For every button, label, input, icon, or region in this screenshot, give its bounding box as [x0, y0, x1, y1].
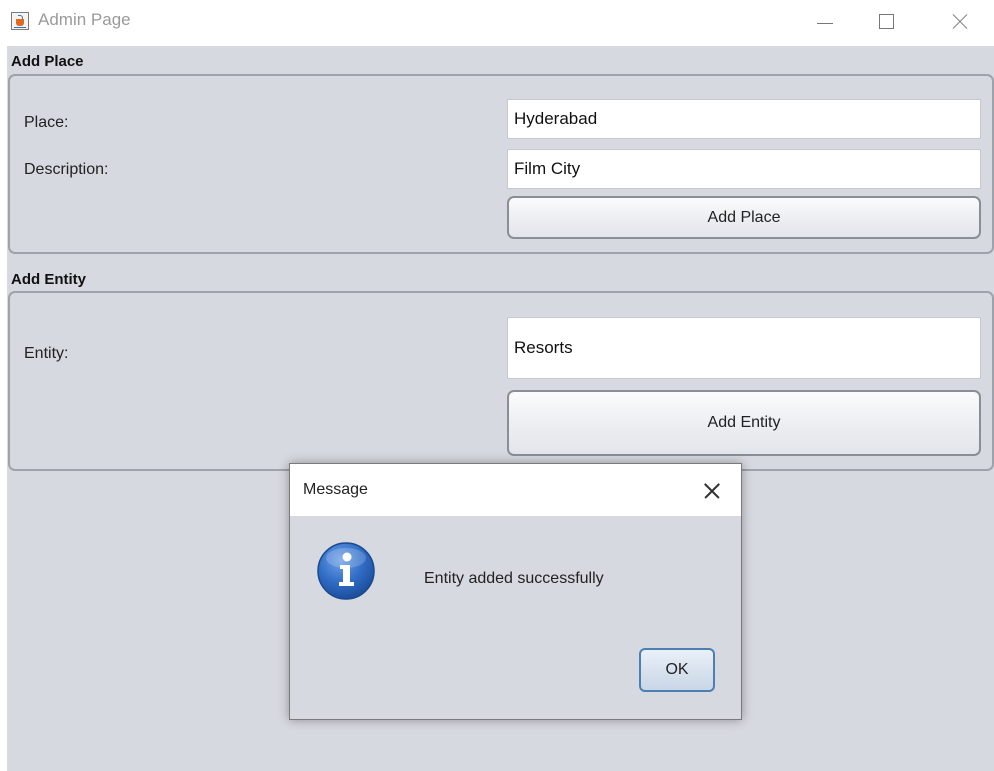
info-icon: [316, 541, 376, 601]
description-label: Description:: [24, 161, 109, 178]
close-window-button[interactable]: [944, 8, 984, 36]
add-place-section-title: Add Place: [11, 53, 84, 70]
description-input[interactable]: Film City: [507, 149, 981, 189]
window-titlebar: Admin Page: [0, 0, 994, 46]
ok-button[interactable]: OK: [639, 648, 715, 692]
dialog-close-icon[interactable]: [702, 481, 722, 501]
java-app-icon: [11, 12, 29, 30]
add-entity-button[interactable]: Add Entity: [507, 390, 981, 456]
add-entity-section-title: Add Entity: [11, 271, 86, 288]
add-place-panel: Place: Hyderabad Description: Film City …: [8, 74, 994, 254]
dialog-title: Message: [303, 481, 368, 498]
place-label: Place:: [24, 114, 69, 131]
entity-label: Entity:: [24, 345, 69, 362]
add-place-button[interactable]: Add Place: [507, 196, 981, 239]
window-title: Admin Page: [38, 10, 131, 29]
dialog-message: Entity added successfully: [424, 570, 604, 587]
entity-input[interactable]: Resorts: [507, 317, 981, 379]
maximize-button[interactable]: [866, 8, 906, 36]
place-input[interactable]: Hyderabad: [507, 99, 981, 139]
minimize-button[interactable]: [805, 8, 845, 36]
message-dialog: Message Entity added successfully OK: [289, 463, 742, 720]
add-entity-panel: Entity: Resorts Add Entity: [8, 291, 994, 471]
dialog-titlebar: Message: [290, 464, 741, 516]
